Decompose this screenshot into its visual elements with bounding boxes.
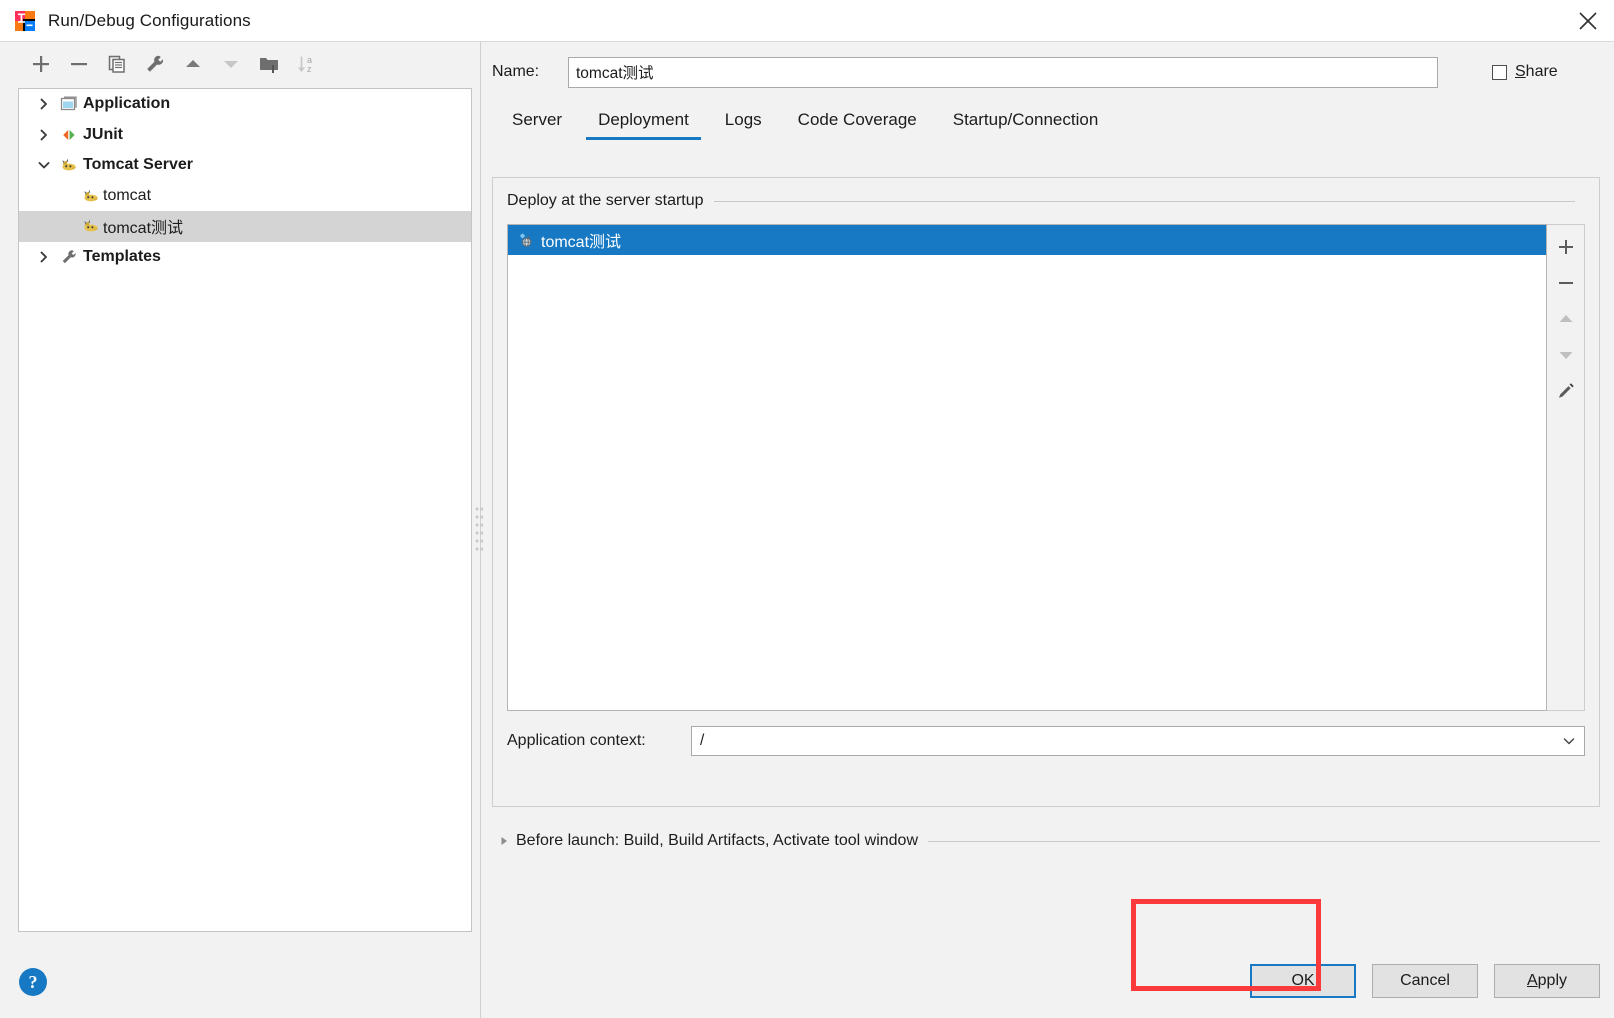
tree-item-label: JUnit	[83, 125, 123, 143]
chevron-right-icon[interactable]	[31, 128, 57, 142]
chevron-right-icon[interactable]	[31, 97, 57, 111]
tab-startup-connection[interactable]: Startup/Connection	[935, 110, 1117, 140]
add-configuration-button[interactable]	[22, 47, 60, 81]
new-folder-button[interactable]	[250, 47, 288, 81]
application-context-input[interactable]	[692, 732, 1554, 750]
configuration-editor-panel: Name: Share Server Deployment Logs Code …	[488, 42, 1614, 1018]
deployment-list-actions	[1547, 224, 1585, 711]
window-title: Run/Debug Configurations	[48, 10, 251, 30]
chevron-down-icon[interactable]	[1554, 734, 1584, 748]
tab-server[interactable]: Server	[494, 110, 580, 140]
war-artifact-icon	[514, 231, 538, 249]
apply-label-rest: pply	[1537, 972, 1568, 989]
share-label: Share	[1515, 63, 1558, 81]
checkbox-box[interactable]	[1492, 64, 1507, 80]
move-up-button[interactable]	[174, 47, 212, 81]
configurations-toolbar: a z	[0, 42, 472, 86]
share-label-mnemonic: S	[1515, 63, 1526, 80]
application-context-row: Application context:	[507, 726, 1585, 756]
dialog-buttons: OK Cancel Apply	[1250, 964, 1600, 998]
group-separator	[713, 200, 1575, 202]
group-separator	[928, 840, 1600, 842]
tree-item-label: tomcat	[103, 186, 152, 204]
configurations-panel: a z Application JUnit Tomcat Server tomc…	[0, 42, 472, 1018]
name-row: Name: Share	[488, 50, 1614, 94]
share-checkbox[interactable]: Share	[1492, 63, 1558, 81]
share-label-rest: hare	[1525, 63, 1558, 80]
junit-icon	[57, 126, 81, 144]
triangle-right-icon[interactable]	[492, 835, 516, 847]
edit-artifact-button[interactable]	[1548, 373, 1584, 409]
before-launch-section[interactable]: Before launch: Build, Build Artifacts, A…	[492, 832, 1600, 850]
tab-code-coverage[interactable]: Code Coverage	[780, 110, 935, 140]
add-artifact-button[interactable]	[1548, 229, 1584, 265]
chevron-right-icon[interactable]	[31, 250, 57, 264]
tree-item-label: Tomcat Server	[83, 156, 193, 174]
tab-deployment[interactable]: Deployment	[580, 110, 707, 140]
tree-item-application[interactable]: Application	[19, 89, 471, 120]
sort-alphabetically-button[interactable]: a z	[288, 47, 326, 81]
splitter-grip[interactable]	[475, 507, 483, 553]
dialog-content: a z Application JUnit Tomcat Server tomc…	[0, 42, 1614, 1018]
move-artifact-down-button[interactable]	[1548, 337, 1584, 373]
edit-templates-button[interactable]	[136, 47, 174, 81]
tomcat-icon	[79, 217, 103, 235]
tree-item-tomcat-ceshi[interactable]: tomcat测试	[19, 211, 471, 242]
window-title-bar: Run/Debug Configurations	[0, 0, 1614, 42]
deploy-group-title: Deploy at the server startup	[507, 192, 704, 209]
application-context-combobox[interactable]	[691, 726, 1585, 756]
tree-item-label: tomcat测试	[103, 220, 184, 238]
cancel-button[interactable]: Cancel	[1372, 964, 1478, 998]
application-context-label: Application context:	[507, 732, 646, 749]
chevron-down-icon[interactable]	[31, 158, 57, 172]
editor-tabs: Server Deployment Logs Code Coverage Sta…	[488, 100, 1614, 140]
name-label: Name:	[492, 63, 540, 80]
close-icon[interactable]	[1562, 0, 1614, 41]
intellij-idea-logo-icon	[14, 10, 36, 32]
panel-splitter[interactable]	[472, 42, 488, 1018]
tomcat-icon	[79, 187, 103, 205]
remove-artifact-button[interactable]	[1548, 265, 1584, 301]
deploy-group-header: Deploy at the server startup	[493, 178, 1599, 210]
svg-text:z: z	[307, 64, 312, 74]
deployment-list-area: tomcat测试	[507, 224, 1585, 711]
copy-configuration-button[interactable]	[98, 47, 136, 81]
apply-label-mnemonic: A	[1526, 972, 1538, 989]
deployment-tab-panel: Deploy at the server startup tomcat测试 Ap…	[492, 177, 1600, 807]
configurations-tree[interactable]: Application JUnit Tomcat Server tomcat t…	[18, 88, 472, 932]
tree-item-label: Application	[83, 95, 171, 113]
move-artifact-up-button[interactable]	[1548, 301, 1584, 337]
application-icon	[57, 95, 81, 113]
list-item[interactable]: tomcat测试	[508, 225, 1546, 255]
tree-item-tomcat-server[interactable]: Tomcat Server	[19, 150, 471, 181]
apply-button[interactable]: Apply	[1494, 964, 1600, 998]
tree-item-templates[interactable]: Templates	[19, 242, 471, 273]
wrench-icon	[57, 248, 81, 266]
tree-item-junit[interactable]: JUnit	[19, 120, 471, 151]
ok-button[interactable]: OK	[1250, 964, 1356, 998]
before-launch-label: Before launch: Build, Build Artifacts, A…	[516, 832, 918, 849]
remove-configuration-button[interactable]	[60, 47, 98, 81]
tree-item-tomcat[interactable]: tomcat	[19, 181, 471, 212]
deployment-artifacts-list[interactable]: tomcat测试	[507, 224, 1547, 711]
list-item-label: tomcat测试	[541, 234, 622, 251]
name-input[interactable]	[568, 56, 1438, 88]
tree-item-label: Templates	[83, 247, 161, 265]
help-question-icon[interactable]: ?	[19, 968, 47, 996]
tab-logs[interactable]: Logs	[707, 110, 780, 140]
move-down-button[interactable]	[212, 47, 250, 81]
tomcat-icon	[57, 156, 81, 174]
